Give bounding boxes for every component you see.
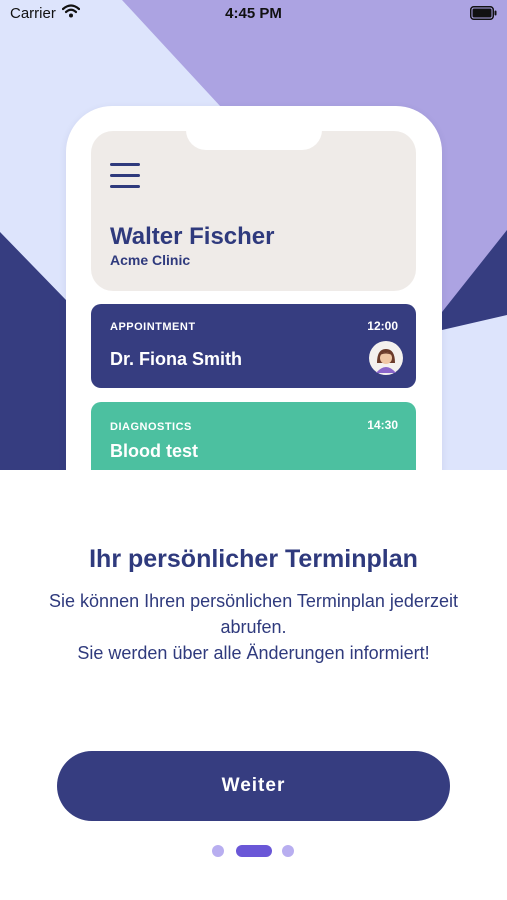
onboarding-heading: Ihr persönlicher Terminplan [89,545,418,573]
onboarding-description: Sie können Ihren persönlichen Terminplan… [20,588,487,666]
profile-card: Walter Fischer Acme Clinic [91,131,416,291]
diagnostics-time: 14:30 [367,418,398,432]
phone-notch [186,106,322,150]
appointment-doctor: Dr. Fiona Smith [110,349,243,369]
hero-illustration: Walter Fischer Acme Clinic APPOINTMENT 1… [0,0,507,470]
page-dot-3[interactable] [282,845,294,857]
page-dot-1[interactable] [212,845,224,857]
page-indicator [0,845,507,859]
description-line-2: Sie werden über alle Änderungen informie… [77,643,430,663]
diagnostics-card: DIAGNOSTICS 14:30 Blood test [91,402,416,470]
status-time: 4:45 PM [225,5,282,22]
diagnostics-title: Blood test [110,441,198,461]
appointment-time: 12:00 [367,319,398,333]
battery-icon [470,6,497,24]
status-bar: Carrier 4:45 PM [0,0,507,28]
appointment-label: APPOINTMENT [110,321,196,333]
phone-mockup: Walter Fischer Acme Clinic APPOINTMENT 1… [66,106,442,470]
diagnostics-label: DIAGNOSTICS [110,421,192,433]
menu-icon [110,163,140,189]
profile-name: Walter Fischer [110,223,275,250]
weiter-button[interactable]: Weiter [57,751,450,821]
appointment-card: APPOINTMENT 12:00 Dr. Fiona Smith [91,304,416,388]
profile-clinic: Acme Clinic [110,252,191,268]
doctor-avatar [369,341,403,375]
page-dot-2[interactable] [236,845,272,857]
description-line-1: Sie können Ihren persönlichen Terminplan… [49,591,458,637]
